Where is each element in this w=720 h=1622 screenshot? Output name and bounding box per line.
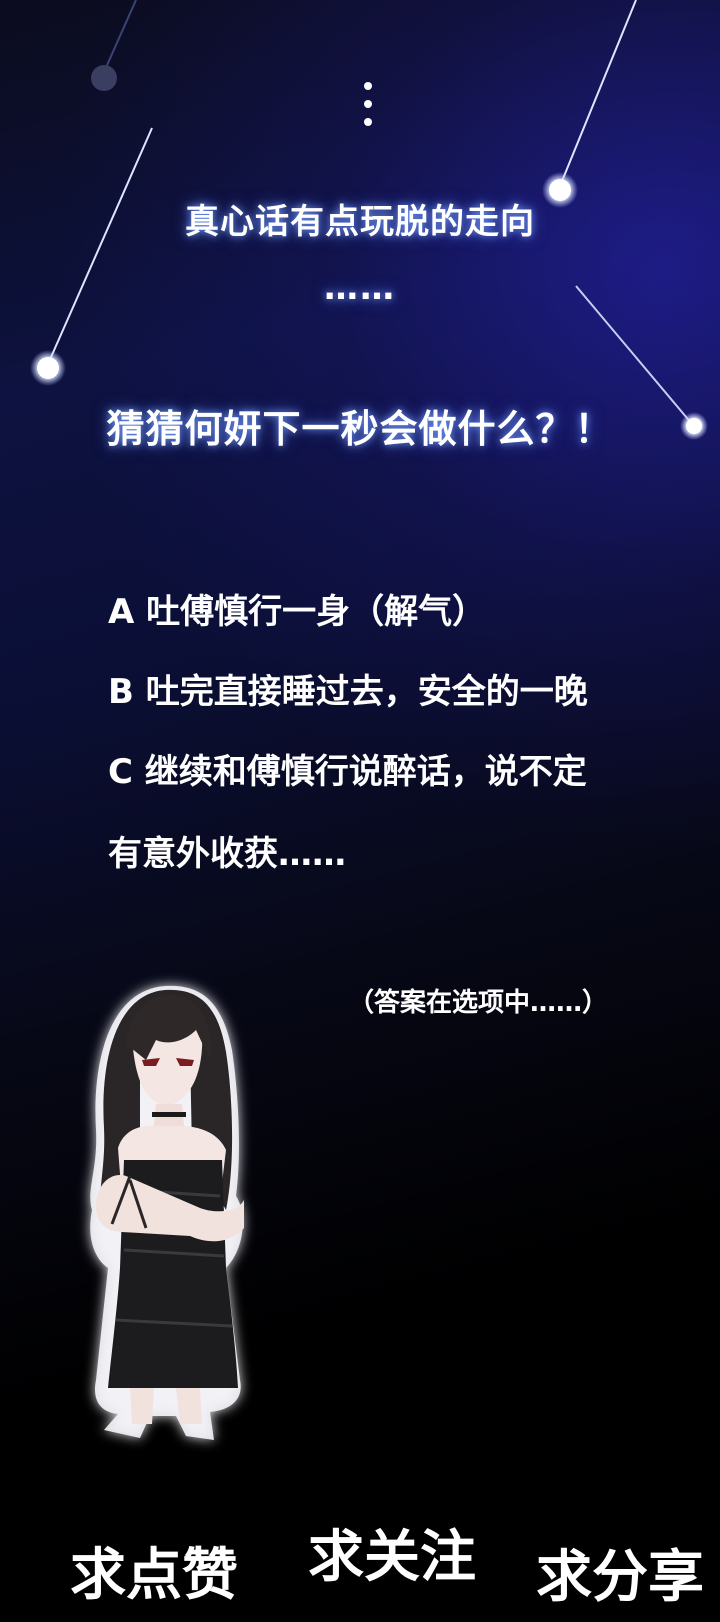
share-button[interactable]: 求分享 — [536, 1532, 704, 1613]
follow-button[interactable]: 求关注 — [308, 1512, 476, 1593]
choker — [152, 1112, 186, 1117]
story-page: 真心话有点玩脱的走向 …… 猜猜何妍下一秒会做什么？！ A 吐傅慎行一身（解气）… — [0, 0, 720, 1622]
girl-character-illustration — [90, 985, 244, 1440]
like-button[interactable]: 求点赞 — [70, 1530, 238, 1611]
